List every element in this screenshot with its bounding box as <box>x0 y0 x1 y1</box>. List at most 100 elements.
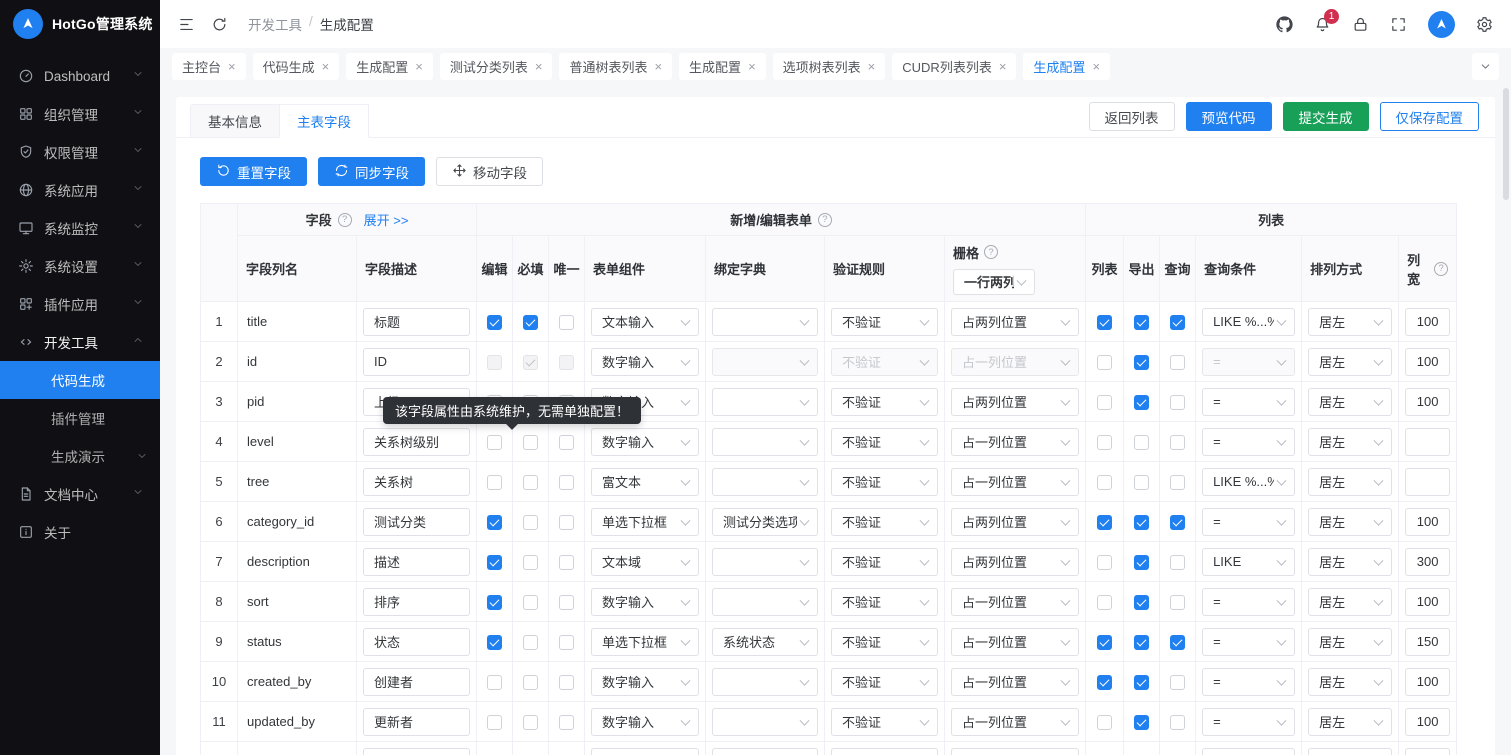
list-checkbox[interactable] <box>1097 595 1112 610</box>
width-input[interactable] <box>1405 468 1450 496</box>
component-select[interactable]: 单选下拉框 <box>591 508 699 536</box>
unique-checkbox[interactable] <box>559 355 574 370</box>
open-tab-1[interactable]: 主控台× <box>172 53 246 80</box>
query-checkbox[interactable] <box>1170 675 1185 690</box>
grid-select[interactable]: 占一列位置 <box>951 668 1079 696</box>
sidebar-subitem-code-generation[interactable]: 代码生成 <box>0 361 160 399</box>
grid-select[interactable] <box>951 748 1079 755</box>
grid-select[interactable]: 占两列位置 <box>951 388 1079 416</box>
tab-main-table-fields[interactable]: 主表字段 <box>279 104 369 138</box>
unique-checkbox[interactable] <box>559 675 574 690</box>
export-checkbox[interactable] <box>1134 555 1149 570</box>
condition-select[interactable]: LIKE <box>1202 548 1295 576</box>
required-checkbox[interactable] <box>523 435 538 450</box>
rule-select[interactable]: 不验证 <box>831 428 938 456</box>
unique-checkbox[interactable] <box>559 435 574 450</box>
width-input[interactable] <box>1405 308 1450 336</box>
open-tab-3[interactable]: 生成配置× <box>346 53 433 80</box>
dict-select[interactable] <box>712 428 818 456</box>
width-input[interactable] <box>1405 748 1450 755</box>
sidebar-item-system-settings[interactable]: 系统设置 <box>0 247 160 285</box>
scrollbar[interactable] <box>1503 88 1509 200</box>
align-select[interactable] <box>1308 748 1392 755</box>
required-checkbox[interactable] <box>523 595 538 610</box>
rule-select[interactable]: 不验证 <box>831 308 938 336</box>
component-select[interactable]: 数字输入 <box>591 348 699 376</box>
app-logo[interactable]: HotGo管理系统 <box>0 0 160 48</box>
field-desc-input[interactable] <box>363 628 470 656</box>
edit-checkbox[interactable] <box>487 675 502 690</box>
grid-select[interactable]: 占两列位置 <box>951 508 1079 536</box>
condition-select[interactable]: = <box>1202 708 1295 736</box>
align-select[interactable]: 居左 <box>1308 388 1392 416</box>
sidebar-item-dashboard[interactable]: Dashboard <box>0 57 160 95</box>
width-input[interactable] <box>1405 508 1450 536</box>
dict-select[interactable]: 系统状态 <box>712 628 818 656</box>
edit-checkbox[interactable] <box>487 715 502 730</box>
close-tab-icon[interactable]: × <box>654 60 662 73</box>
width-input[interactable] <box>1405 628 1450 656</box>
width-input[interactable] <box>1405 708 1450 736</box>
dict-select[interactable] <box>712 708 818 736</box>
submit-generate-button[interactable]: 提交生成 <box>1283 102 1369 131</box>
rule-select[interactable]: 不验证 <box>831 548 938 576</box>
field-desc-input[interactable] <box>363 468 470 496</box>
condition-select[interactable]: = <box>1202 428 1295 456</box>
required-checkbox[interactable] <box>523 715 538 730</box>
lock-icon[interactable] <box>1352 16 1369 33</box>
close-tab-icon[interactable]: × <box>748 60 756 73</box>
rule-select[interactable]: 不验证 <box>831 708 938 736</box>
edit-checkbox[interactable] <box>487 315 502 330</box>
width-input[interactable] <box>1405 428 1450 456</box>
list-checkbox[interactable] <box>1097 715 1112 730</box>
query-checkbox[interactable] <box>1170 355 1185 370</box>
unique-checkbox[interactable] <box>559 515 574 530</box>
edit-checkbox[interactable] <box>487 475 502 490</box>
condition-select[interactable]: = <box>1202 588 1295 616</box>
export-checkbox[interactable] <box>1134 675 1149 690</box>
export-checkbox[interactable] <box>1134 395 1149 410</box>
dict-select[interactable] <box>712 588 818 616</box>
help-icon[interactable]: ? <box>818 213 832 227</box>
notifications-bell-icon[interactable]: 1 <box>1314 16 1331 33</box>
edit-checkbox[interactable] <box>487 635 502 650</box>
sync-fields-button[interactable]: 同步字段 <box>318 157 425 186</box>
unique-checkbox[interactable] <box>559 315 574 330</box>
unique-checkbox[interactable] <box>559 715 574 730</box>
open-tab-9[interactable]: 生成配置× <box>1023 53 1110 80</box>
query-checkbox[interactable] <box>1170 435 1185 450</box>
condition-select[interactable]: = <box>1202 628 1295 656</box>
open-tab-6[interactable]: 生成配置× <box>679 53 766 80</box>
export-checkbox[interactable] <box>1134 515 1149 530</box>
list-checkbox[interactable] <box>1097 635 1112 650</box>
dict-select[interactable] <box>712 348 818 376</box>
sidebar-item-system-app[interactable]: 系统应用 <box>0 171 160 209</box>
field-desc-input[interactable] <box>363 548 470 576</box>
width-input[interactable] <box>1405 588 1450 616</box>
grid-select[interactable]: 占一列位置 <box>951 588 1079 616</box>
width-input[interactable] <box>1405 668 1450 696</box>
sidebar-collapse-icon[interactable] <box>178 16 195 33</box>
component-select[interactable]: 文本输入 <box>591 308 699 336</box>
dict-select[interactable] <box>712 748 818 755</box>
refresh-icon[interactable] <box>211 16 228 33</box>
sidebar-subitem-plugin-manage[interactable]: 插件管理 <box>0 399 160 437</box>
align-select[interactable]: 居左 <box>1308 308 1392 336</box>
field-desc-input[interactable] <box>363 708 470 736</box>
component-select[interactable]: 数字输入 <box>591 428 699 456</box>
query-checkbox[interactable] <box>1170 595 1185 610</box>
query-checkbox[interactable] <box>1170 515 1185 530</box>
close-tab-icon[interactable]: × <box>322 60 330 73</box>
move-fields-button[interactable]: 移动字段 <box>436 157 543 186</box>
sidebar-item-org[interactable]: 组织管理 <box>0 95 160 133</box>
open-tab-2[interactable]: 代码生成× <box>253 53 340 80</box>
sidebar-item-devtools[interactable]: 开发工具 <box>0 323 160 361</box>
close-tab-icon[interactable]: × <box>999 60 1007 73</box>
align-select[interactable]: 居左 <box>1308 668 1392 696</box>
field-desc-input[interactable] <box>363 428 470 456</box>
align-select[interactable]: 居左 <box>1308 348 1392 376</box>
required-checkbox[interactable] <box>523 315 538 330</box>
width-input[interactable] <box>1405 388 1450 416</box>
condition-select[interactable]: = <box>1202 668 1295 696</box>
query-checkbox[interactable] <box>1170 715 1185 730</box>
